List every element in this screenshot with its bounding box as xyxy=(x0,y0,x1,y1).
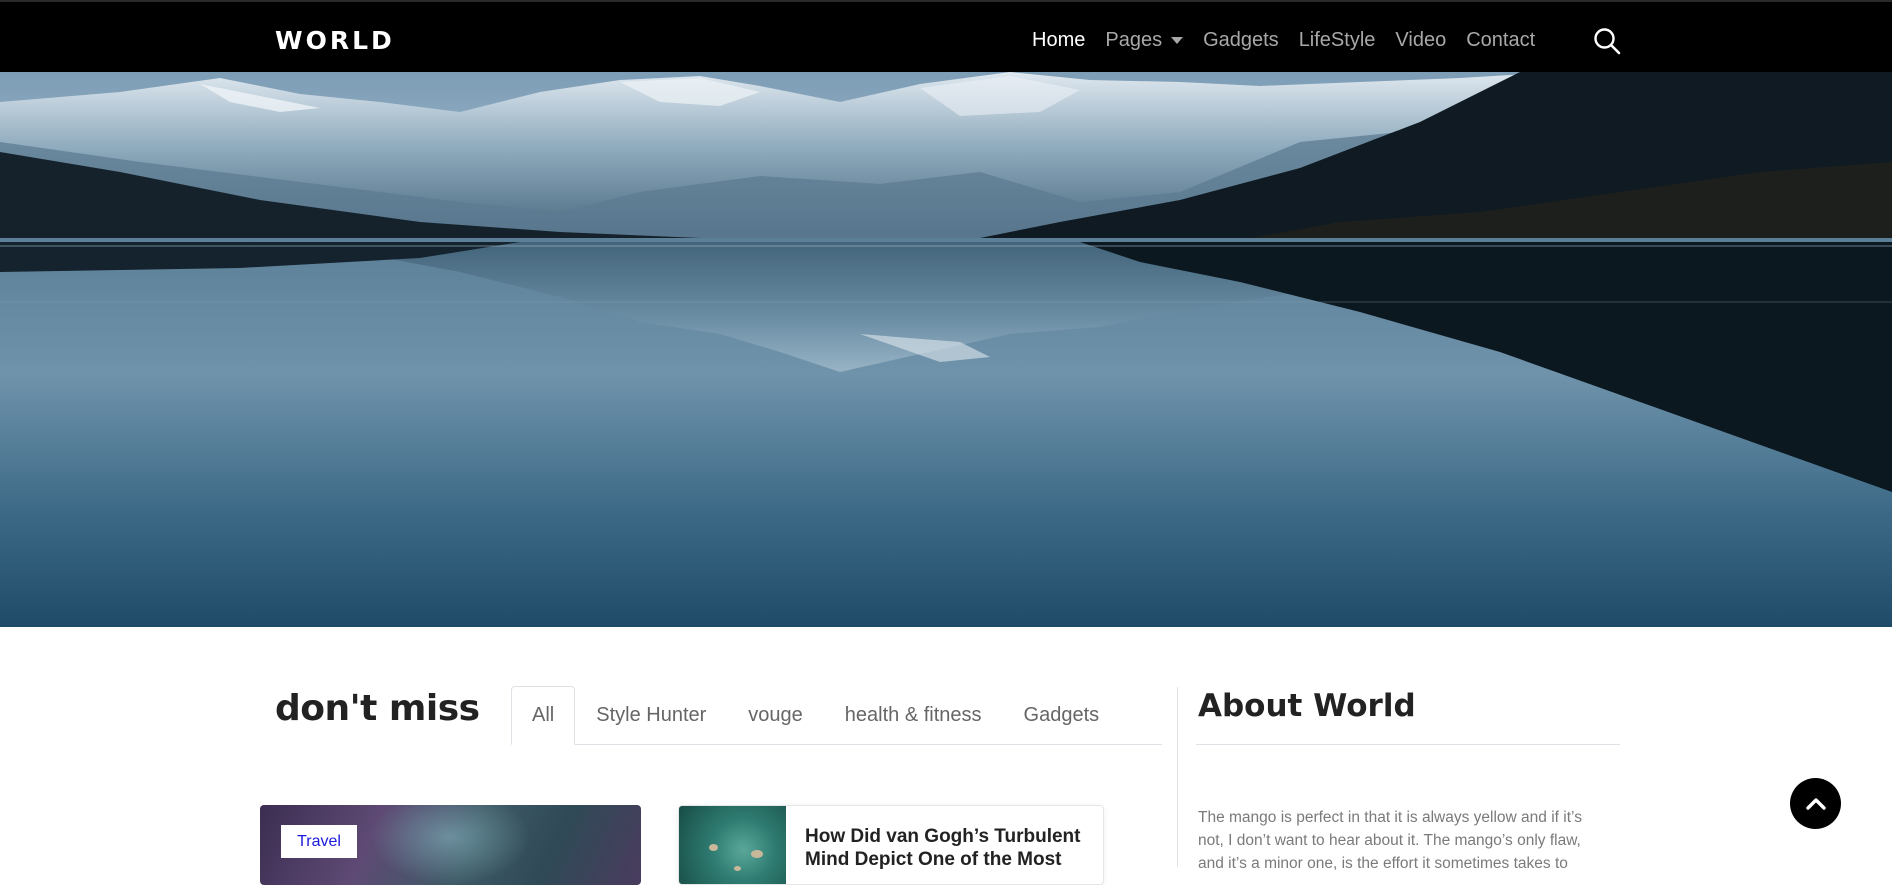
sidebar-title-rule xyxy=(1196,744,1620,745)
category-badge[interactable]: Travel xyxy=(281,825,357,858)
category-tabs: All Style Hunter vouge health & fitness … xyxy=(511,686,1162,745)
tab-vouge[interactable]: vouge xyxy=(727,686,824,744)
nav-item-contact[interactable]: Contact xyxy=(1466,26,1535,54)
nav-item-home[interactable]: Home xyxy=(1032,26,1085,54)
section-title: don't miss xyxy=(275,688,480,729)
sidebar-divider xyxy=(1177,687,1178,867)
search-icon[interactable] xyxy=(1592,26,1622,56)
top-navbar: WORLD Home Pages Gadgets LifeStyle Video… xyxy=(0,0,1892,72)
nav-item-label: Video xyxy=(1395,29,1447,51)
nav-item-label: Gadgets xyxy=(1203,29,1279,51)
back-to-top-button[interactable] xyxy=(1790,778,1841,829)
nav-item-gadgets[interactable]: Gadgets xyxy=(1203,26,1279,54)
nav-item-pages[interactable]: Pages xyxy=(1105,26,1184,54)
tab-health-fitness[interactable]: health & fitness xyxy=(824,686,1003,744)
main-nav: Home Pages Gadgets LifeStyle Video Conta… xyxy=(1032,26,1535,54)
nav-item-label: LifeStyle xyxy=(1298,29,1376,51)
site-logo[interactable]: WORLD xyxy=(275,26,395,55)
tab-style-hunter[interactable]: Style Hunter xyxy=(575,686,727,744)
chevron-up-icon xyxy=(1805,797,1826,810)
tab-all[interactable]: All xyxy=(511,686,576,745)
post-title[interactable]: How Did van Gogh’s Turbulent Mind Depict… xyxy=(805,825,1095,871)
thumbnail-detail xyxy=(751,850,763,858)
nav-item-lifestyle[interactable]: LifeStyle xyxy=(1299,26,1376,54)
thumbnail-detail xyxy=(709,844,718,851)
tab-gadgets[interactable]: Gadgets xyxy=(1003,686,1121,744)
post-thumbnail xyxy=(679,806,786,884)
caret-down-icon xyxy=(1171,36,1184,44)
post-card[interactable]: How Did van Gogh’s Turbulent Mind Depict… xyxy=(678,805,1104,885)
nav-item-label: Contact xyxy=(1466,29,1536,51)
nav-item-label: Home xyxy=(1032,29,1086,51)
sidebar-about-text: The mango is perfect in that it is alway… xyxy=(1198,809,1582,872)
sidebar-title: About World xyxy=(1198,688,1416,724)
aurora-glow xyxy=(370,805,530,885)
nav-item-label: Pages xyxy=(1105,29,1163,51)
nav-item-video[interactable]: Video xyxy=(1395,26,1446,54)
hero-banner-image xyxy=(0,72,1892,627)
